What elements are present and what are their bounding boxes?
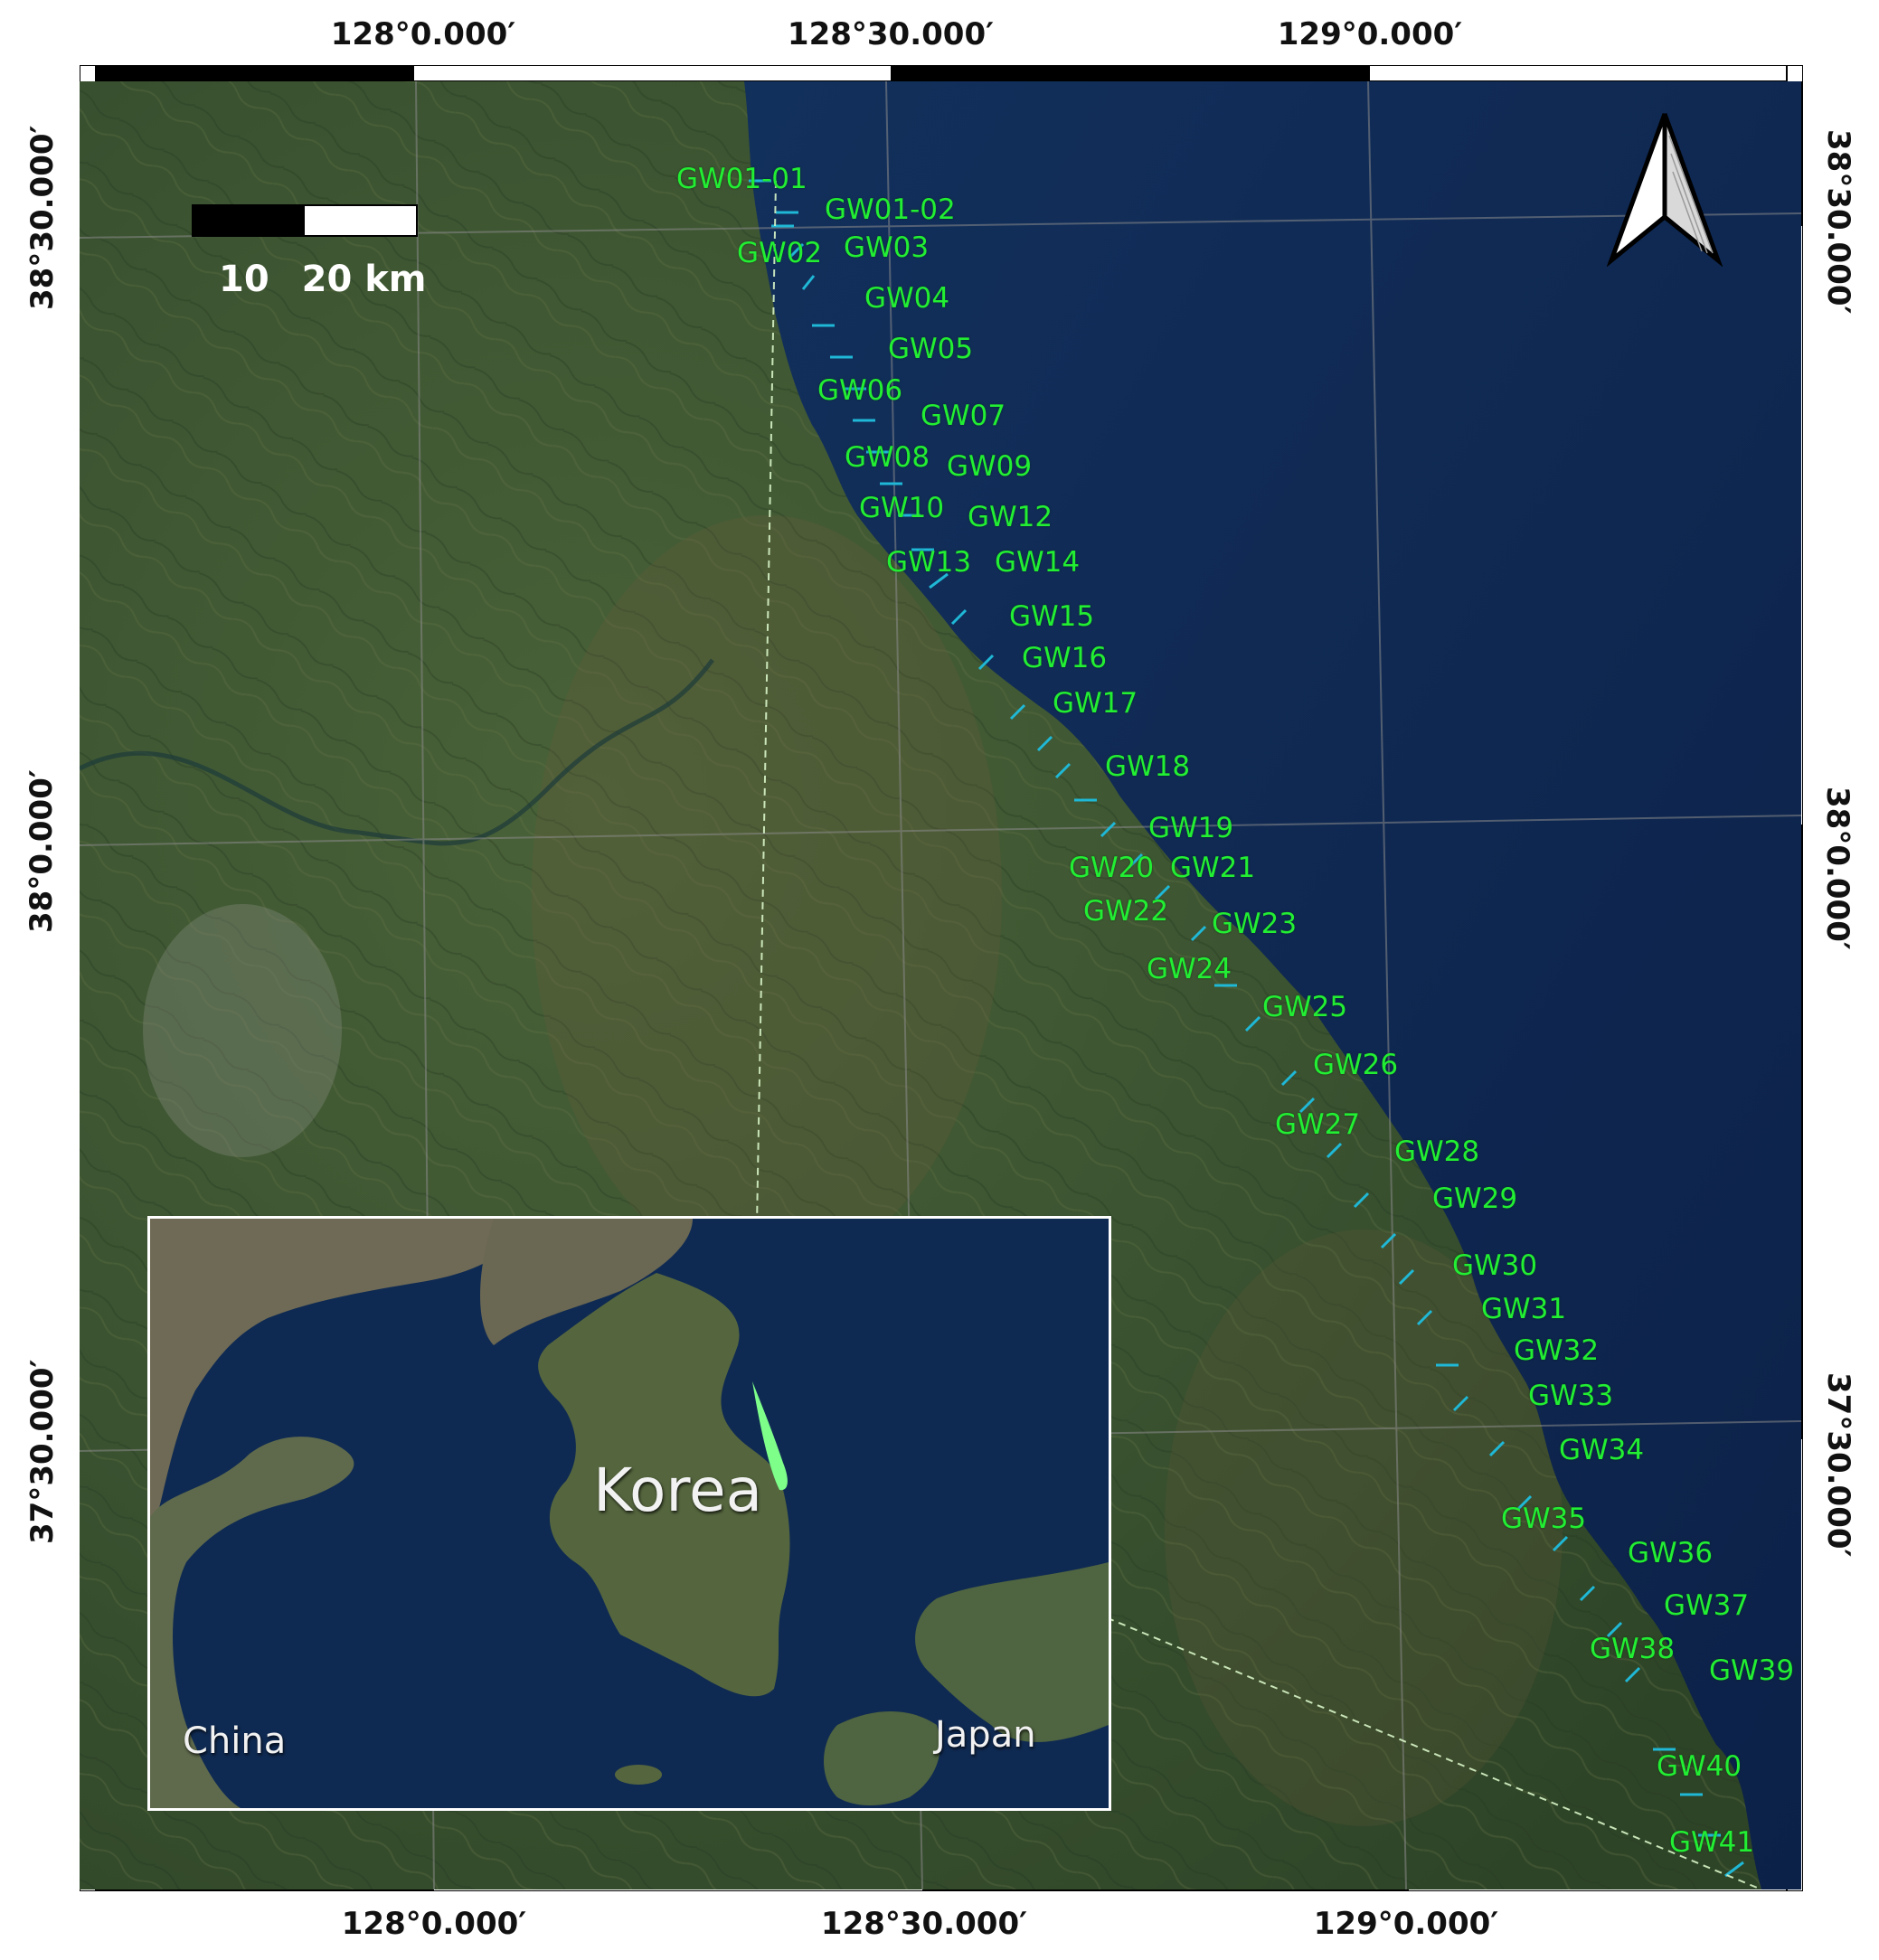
- station-label: GW01-02: [825, 193, 956, 226]
- station-label: GW29: [1432, 1183, 1518, 1215]
- lat-tick-left-2: 38°0.000′: [24, 769, 60, 933]
- station-label: GW41: [1669, 1826, 1755, 1859]
- north-arrow-icon: [1606, 108, 1723, 268]
- station-label: GW36: [1628, 1537, 1714, 1569]
- station-label: GW32: [1514, 1334, 1600, 1367]
- station-label: GW31: [1481, 1293, 1567, 1325]
- station-label: GW35: [1501, 1503, 1587, 1535]
- lon-tick-bottom-3: 129°0.000′: [1313, 1906, 1499, 1942]
- inset-label-japan: Japan: [935, 1714, 1036, 1756]
- station-label: GW20: [1069, 852, 1155, 884]
- station-label: GW33: [1528, 1380, 1614, 1412]
- station-label: GW01-01: [676, 163, 807, 195]
- station-label: GW22: [1083, 895, 1169, 928]
- station-label: GW02: [737, 237, 823, 269]
- station-label: GW38: [1590, 1633, 1676, 1665]
- station-label: GW40: [1657, 1750, 1742, 1783]
- station-label: GW39: [1709, 1654, 1795, 1687]
- lat-tick-right-1: 38°30.000′: [1820, 129, 1856, 315]
- station-label: GW23: [1212, 908, 1298, 940]
- inset-label-korea: Korea: [593, 1456, 763, 1525]
- station-label: GW12: [968, 501, 1053, 533]
- station-label: GW03: [844, 231, 930, 264]
- station-label: GW14: [995, 546, 1081, 579]
- scale-label-10: 10: [219, 259, 269, 300]
- station-label: GW15: [1009, 600, 1095, 633]
- station-label: GW30: [1452, 1249, 1538, 1282]
- lat-tick-right-3: 37°30.000′: [1820, 1372, 1856, 1558]
- lon-tick-bottom-1: 128°0.000′: [341, 1906, 527, 1942]
- station-label: GW10: [859, 492, 945, 524]
- station-label: GW09: [947, 450, 1033, 483]
- scale-label-20km: 20 km: [301, 259, 427, 300]
- scale-bar-graphic: [192, 204, 418, 237]
- station-label: GW05: [888, 333, 974, 365]
- station-label: GW25: [1262, 991, 1348, 1023]
- station-label: GW16: [1022, 642, 1108, 674]
- inset-map: Korea China Japan: [147, 1216, 1111, 1811]
- station-label: GW37: [1664, 1589, 1750, 1622]
- station-label: GW06: [817, 374, 903, 407]
- station-label: GW21: [1170, 852, 1256, 884]
- scale-bar: 10 20 km: [192, 204, 426, 300]
- lon-tick-top-2: 128°30.000′: [787, 16, 995, 52]
- station-label: GW07: [921, 400, 1006, 432]
- station-label: GW27: [1275, 1108, 1361, 1141]
- station-label: GW28: [1394, 1135, 1480, 1168]
- station-label: GW26: [1313, 1049, 1399, 1081]
- lat-tick-left-3: 37°30.000′: [24, 1359, 61, 1544]
- station-label: GW04: [864, 282, 950, 315]
- station-label: GW08: [845, 441, 930, 474]
- lon-tick-top-1: 128°0.000′: [330, 16, 516, 52]
- station-label: GW18: [1105, 750, 1191, 783]
- lon-tick-top-3: 129°0.000′: [1277, 16, 1463, 52]
- station-label: GW19: [1148, 812, 1234, 844]
- station-label: GW13: [886, 546, 972, 579]
- lat-tick-left-1: 38°30.000′: [24, 125, 61, 310]
- lon-tick-bottom-2: 128°30.000′: [820, 1906, 1028, 1942]
- inset-label-china: China: [183, 1720, 287, 1762]
- station-label: GW17: [1053, 687, 1138, 720]
- station-label: GW24: [1147, 953, 1232, 985]
- lat-tick-right-2: 38°0.000′: [1819, 787, 1855, 950]
- station-label: GW34: [1559, 1434, 1645, 1466]
